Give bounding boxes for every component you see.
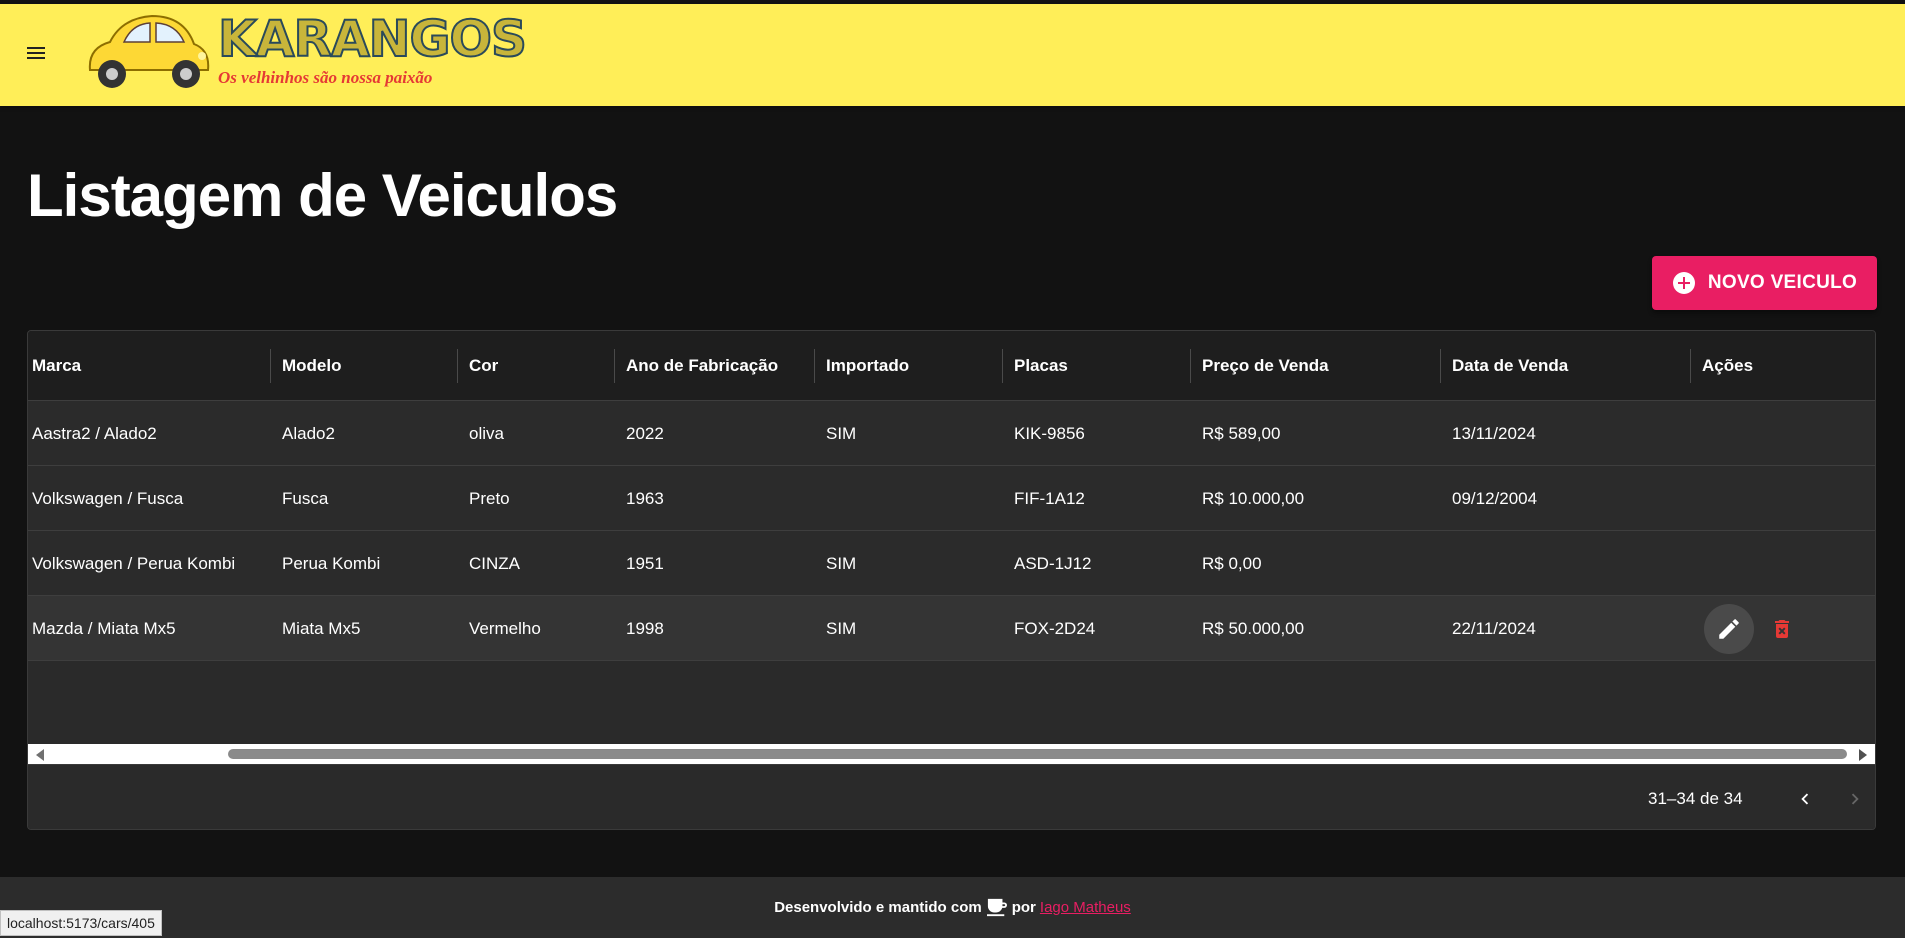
cell-preco: R$ 589,00 (1202, 423, 1281, 443)
cell-placas: FIF-1A12 (1014, 488, 1085, 508)
cell-marca: Volkswagen / Perua Kombi (32, 553, 236, 573)
cell-ano: 2022 (626, 423, 664, 443)
column-separator[interactable] (614, 349, 615, 383)
previous-page-button[interactable] (1788, 782, 1822, 816)
table-row[interactable]: Volkswagen / Perua Kombi Perua Kombi CIN… (28, 531, 1875, 596)
cell-data: 09/12/2004 (1452, 488, 1538, 508)
column-header-marca[interactable]: Marca (28, 331, 278, 401)
column-separator[interactable] (1190, 349, 1191, 383)
coffee-icon (986, 897, 1008, 918)
car-logo-icon (88, 14, 210, 88)
status-bar-url: localhost:5173/cars/405 (0, 910, 162, 936)
cell-cor: oliva (469, 423, 504, 443)
cell-data: 13/11/2024 (1452, 423, 1536, 443)
column-header-cor[interactable]: Cor (465, 331, 622, 401)
cell-cor: Preto (469, 488, 510, 508)
cell-importado (822, 466, 826, 531)
pencil-icon (1719, 618, 1739, 639)
column-separator[interactable] (1002, 349, 1003, 383)
author-link[interactable]: Iago Matheus (1040, 899, 1131, 916)
column-header-preco[interactable]: Preço de Venda (1198, 331, 1448, 401)
cell-modelo: Miata Mx5 (282, 618, 361, 638)
chevron-left-icon (1801, 793, 1809, 805)
add-circle-icon (1672, 272, 1695, 294)
cell-data: 22/11/2024 (1452, 618, 1536, 638)
cell-importado: SIM (826, 553, 857, 573)
cell-data (1448, 531, 1452, 596)
vehicles-data-grid: Marca Modelo Cor Ano de Fabricação Impor… (27, 330, 1876, 830)
cell-marca: Aastra2 / Alado2 (32, 423, 157, 443)
logo-slogan: Os velhinhos são nossa paixão (218, 68, 433, 87)
column-header-modelo[interactable]: Modelo (278, 331, 465, 401)
cell-preco: R$ 50.000,00 (1202, 618, 1305, 638)
logo[interactable]: KARANGOS Os velhinhos são nossa paixão (80, 8, 528, 98)
cell-placas: ASD-1J12 (1014, 553, 1092, 573)
column-separator[interactable] (1690, 349, 1691, 383)
next-page-button[interactable] (1838, 782, 1872, 816)
column-separator[interactable] (457, 349, 458, 383)
new-vehicle-button[interactable]: NOVO VEICULO (1652, 256, 1877, 310)
delete-forever-icon (1775, 619, 1789, 638)
column-separator[interactable] (1440, 349, 1441, 383)
column-header-acoes[interactable]: Ações (1698, 331, 1875, 401)
footer-text: Desenvolvido e mantido com (774, 899, 982, 916)
cell-ano: 1963 (626, 488, 664, 508)
chevron-right-icon (1851, 793, 1859, 805)
column-separator[interactable] (814, 349, 815, 383)
column-header-placas[interactable]: Placas (1010, 331, 1198, 401)
site-footer: Desenvolvido e mantido com por Iago Math… (0, 877, 1905, 938)
cell-marca: Mazda / Miata Mx5 (32, 618, 176, 638)
cell-cor: Vermelho (469, 618, 541, 638)
cell-ano: 1998 (626, 618, 664, 638)
column-header-data[interactable]: Data de Venda (1448, 331, 1698, 401)
grid-body: Marca Modelo Cor Ano de Fabricação Impor… (28, 331, 1875, 744)
cell-ano: 1951 (626, 553, 664, 573)
column-separator[interactable] (270, 349, 271, 383)
delete-button[interactable] (1764, 604, 1800, 654)
table-row[interactable]: Aastra2 / Alado2 Alado2 oliva 2022 SIM K… (28, 401, 1875, 466)
cell-modelo: Perua Kombi (282, 553, 381, 573)
cell-preco: R$ 0,00 (1202, 553, 1262, 573)
edit-button[interactable] (1704, 603, 1754, 654)
scroll-right-arrow-icon[interactable] (1859, 749, 1867, 761)
cell-cor: CINZA (469, 553, 520, 573)
cell-placas: FOX-2D24 (1014, 618, 1096, 638)
logo-text: KARANGOS (217, 10, 528, 68)
cell-modelo: Alado2 (282, 423, 335, 443)
new-vehicle-label: NOVO VEICULO (1707, 272, 1858, 293)
table-header: Marca Modelo Cor Ano de Fabricação Impor… (28, 331, 1875, 401)
cell-modelo: Fusca (282, 488, 329, 508)
cell-importado: SIM (826, 423, 857, 443)
cell-importado: SIM (826, 618, 857, 638)
footer-por: por (1011, 899, 1036, 916)
menu-button[interactable] (18, 35, 54, 71)
cell-marca: Volkswagen / Fusca (32, 488, 184, 508)
scroll-left-arrow-icon[interactable] (36, 749, 44, 761)
app-bar: KARANGOS Os velhinhos são nossa paixão (0, 4, 1905, 106)
hamburger-menu-icon (27, 47, 45, 59)
row-actions (1704, 596, 1800, 661)
grid-footer: 31–34 de 34 (28, 764, 1875, 829)
column-header-ano[interactable]: Ano de Fabricação (622, 331, 822, 401)
scrollbar-thumb[interactable] (228, 749, 1847, 759)
table-row[interactable]: Mazda / Miata Mx5 Miata Mx5 Vermelho 199… (28, 596, 1875, 661)
cell-preco: R$ 10.000,00 (1202, 488, 1305, 508)
cell-placas: KIK-9856 (1014, 423, 1085, 443)
horizontal-scrollbar[interactable] (28, 744, 1875, 764)
table-row[interactable]: Volkswagen / Fusca Fusca Preto 1963 FIF-… (28, 466, 1875, 531)
page-title: Listagem de Veiculos (27, 162, 618, 229)
column-header-importado[interactable]: Importado (822, 331, 1010, 401)
pagination-range: 31–34 de 34 (1648, 788, 1743, 808)
